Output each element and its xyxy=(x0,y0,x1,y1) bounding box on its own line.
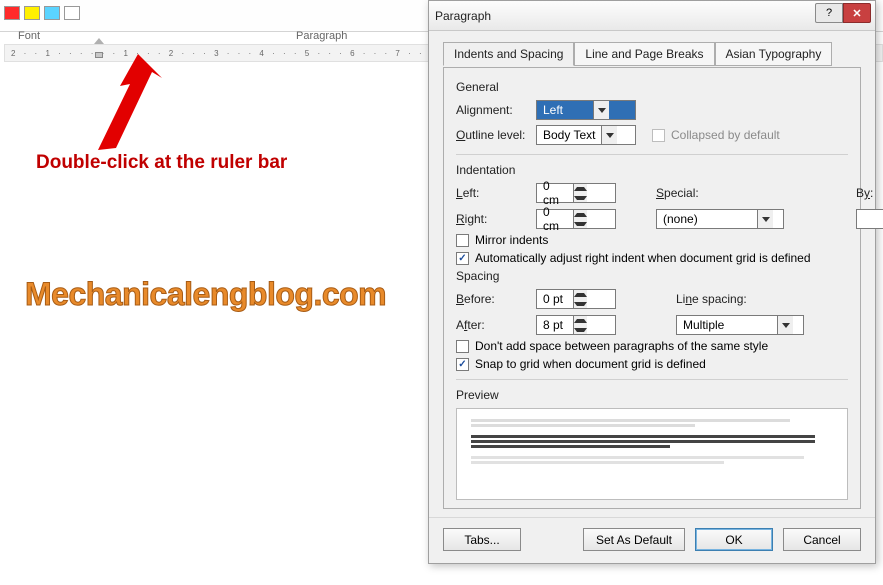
spin-up-icon[interactable] xyxy=(574,316,587,325)
tab-line-page-breaks[interactable]: Line and Page Breaks xyxy=(574,42,714,66)
spin-down-icon[interactable] xyxy=(574,325,587,334)
checkbox-checked-icon: ✓ xyxy=(456,358,469,371)
section-spacing-title: Spacing xyxy=(456,269,848,283)
spin-up-icon[interactable] xyxy=(574,290,587,299)
spin-down-icon[interactable] xyxy=(574,219,587,228)
document-page[interactable] xyxy=(4,64,424,584)
line-spacing-label: Line spacing: xyxy=(676,292,786,306)
snap-to-grid-checkbox[interactable]: ✓ Snap to grid when document grid is def… xyxy=(456,357,848,371)
indent-left-label: Left: xyxy=(456,186,536,200)
tab-panel: General Alignment: Left Outline level: B… xyxy=(443,67,861,509)
special-label: Special: xyxy=(656,186,746,200)
tabs-button[interactable]: Tabs... xyxy=(443,528,521,551)
collapsed-checkbox: Collapsed by default xyxy=(652,128,780,142)
chevron-down-icon[interactable] xyxy=(601,126,617,144)
outline-level-label: Outline level: xyxy=(456,128,536,142)
special-combo[interactable]: (none) xyxy=(656,209,784,229)
indent-left-spinner[interactable]: 0 cm xyxy=(536,183,616,203)
tab-asian-typography[interactable]: Asian Typography xyxy=(715,42,833,66)
after-label: After: xyxy=(456,318,536,332)
section-indentation-title: Indentation xyxy=(456,163,848,177)
indent-right-spinner[interactable]: 0 cm xyxy=(536,209,616,229)
dialog-title: Paragraph xyxy=(435,9,491,23)
checkbox-icon xyxy=(652,129,665,142)
dialog-tabs: Indents and Spacing Line and Page Breaks… xyxy=(443,41,861,65)
checkbox-checked-icon: ✓ xyxy=(456,252,469,265)
by-spinner[interactable] xyxy=(856,209,883,229)
help-button[interactable]: ? xyxy=(815,3,843,23)
spin-up-icon[interactable] xyxy=(574,210,587,219)
highlight-swatches xyxy=(4,6,80,20)
spin-up-icon[interactable] xyxy=(574,184,587,193)
preview-box xyxy=(456,408,848,500)
section-general-title: General xyxy=(456,80,848,94)
section-preview-title: Preview xyxy=(456,388,848,402)
indent-right-label: Right: xyxy=(456,212,536,226)
collapsed-label: Collapsed by default xyxy=(671,128,780,142)
checkbox-icon xyxy=(456,234,469,247)
spin-down-icon[interactable] xyxy=(574,299,587,308)
after-spinner[interactable]: 8 pt xyxy=(536,315,616,335)
close-button[interactable]: ✕ xyxy=(843,3,871,23)
annotation-arrow-icon xyxy=(80,50,170,160)
before-label: Before: xyxy=(456,292,536,306)
dialog-button-row: Tabs... Set As Default OK Cancel xyxy=(429,517,875,563)
alignment-combo[interactable]: Left xyxy=(536,100,636,120)
outline-level-combo[interactable]: Body Text xyxy=(536,125,636,145)
spin-down-icon[interactable] xyxy=(574,193,587,202)
watermark-text: Mechanicalengblog.com xyxy=(25,276,386,313)
swatch-red[interactable] xyxy=(4,6,20,20)
checkbox-icon xyxy=(456,340,469,353)
by-label: By: xyxy=(856,186,883,200)
outline-level-value: Body Text xyxy=(537,128,601,142)
chevron-down-icon[interactable] xyxy=(777,316,793,334)
alignment-label: Alignment: xyxy=(456,103,536,117)
before-spinner[interactable]: 0 pt xyxy=(536,289,616,309)
line-spacing-combo[interactable]: Multiple xyxy=(676,315,804,335)
swatch-blue[interactable] xyxy=(44,6,60,20)
annotation-text: Double-click at the ruler bar xyxy=(36,152,287,174)
set-default-button[interactable]: Set As Default xyxy=(583,528,685,551)
chevron-down-icon[interactable] xyxy=(757,210,773,228)
dont-add-space-checkbox[interactable]: Don't add space between paragraphs of th… xyxy=(456,339,848,353)
dialog-titlebar[interactable]: Paragraph ? ✕ xyxy=(429,1,875,31)
swatch-yellow[interactable] xyxy=(24,6,40,20)
auto-adjust-indent-checkbox[interactable]: ✓ Automatically adjust right indent when… xyxy=(456,251,848,265)
alignment-value: Left xyxy=(537,103,593,117)
ok-button[interactable]: OK xyxy=(695,528,773,551)
swatch-white[interactable] xyxy=(64,6,80,20)
paragraph-dialog: Paragraph ? ✕ Indents and Spacing Line a… xyxy=(428,0,876,564)
chevron-down-icon[interactable] xyxy=(593,101,609,119)
cancel-button[interactable]: Cancel xyxy=(783,528,861,551)
ribbon-group-paragraph-label: Paragraph xyxy=(296,30,347,42)
mirror-indents-checkbox[interactable]: Mirror indents xyxy=(456,233,848,247)
ribbon-group-font-label: Font xyxy=(18,30,40,42)
tab-indents-spacing[interactable]: Indents and Spacing xyxy=(443,42,574,66)
